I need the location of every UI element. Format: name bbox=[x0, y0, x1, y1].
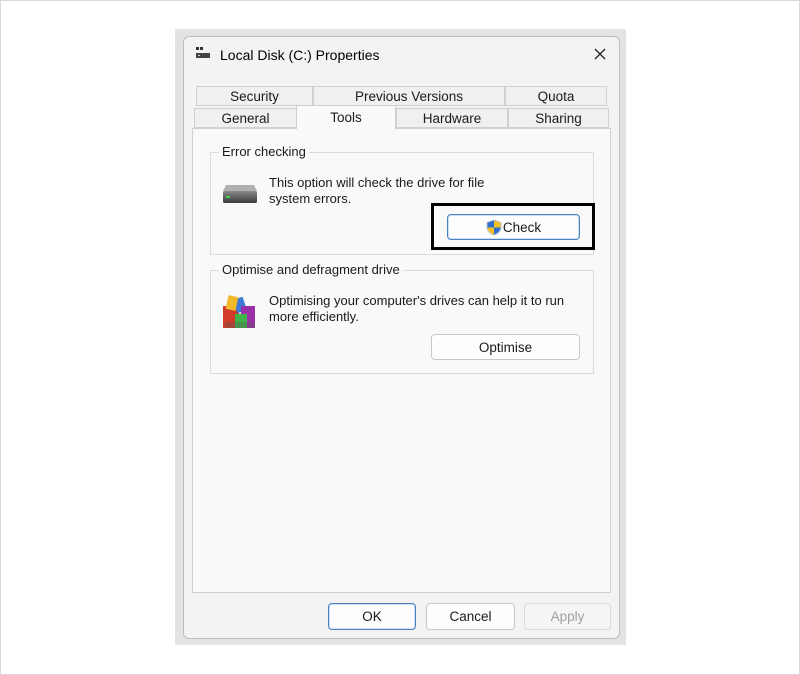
close-icon bbox=[594, 48, 606, 60]
tab-previous-versions[interactable]: Previous Versions bbox=[313, 86, 505, 106]
error-checking-description-line1: This option will check the drive for fil… bbox=[269, 175, 485, 190]
check-button-highlight-box bbox=[431, 203, 595, 250]
window-title: Local Disk (C:) Properties bbox=[220, 47, 380, 63]
close-button[interactable] bbox=[585, 41, 615, 67]
title-bar[interactable]: Local Disk (C:) Properties bbox=[184, 37, 619, 71]
cancel-button[interactable]: Cancel bbox=[426, 603, 515, 630]
hard-drive-icon bbox=[223, 185, 257, 203]
drive-app-icon bbox=[196, 47, 210, 58]
optimise-button[interactable]: Optimise bbox=[431, 334, 580, 360]
error-checking-title: Error checking bbox=[219, 144, 309, 159]
properties-dialog: Local Disk (C:) Properties Security Prev… bbox=[183, 36, 620, 639]
tab-general[interactable]: General bbox=[194, 108, 297, 128]
optimise-description-line2: more efficiently. bbox=[269, 309, 359, 324]
optimise-title: Optimise and defragment drive bbox=[219, 262, 403, 277]
defragment-icon bbox=[223, 295, 255, 328]
apply-button[interactable]: Apply bbox=[524, 603, 611, 630]
tab-tools[interactable]: Tools bbox=[296, 105, 396, 129]
tab-sharing[interactable]: Sharing bbox=[508, 108, 609, 128]
ok-button[interactable]: OK bbox=[328, 603, 416, 630]
tab-content-panel: Error checking This option will check th… bbox=[192, 128, 611, 593]
tab-security[interactable]: Security bbox=[196, 86, 313, 106]
tab-quota[interactable]: Quota bbox=[505, 86, 607, 106]
optimise-group: Optimise and defragment drive Optimising… bbox=[210, 262, 594, 374]
error-checking-description-line2: system errors. bbox=[269, 191, 352, 206]
optimise-description-line1: Optimising your computer's drives can he… bbox=[269, 293, 565, 308]
tab-hardware[interactable]: Hardware bbox=[396, 108, 508, 128]
